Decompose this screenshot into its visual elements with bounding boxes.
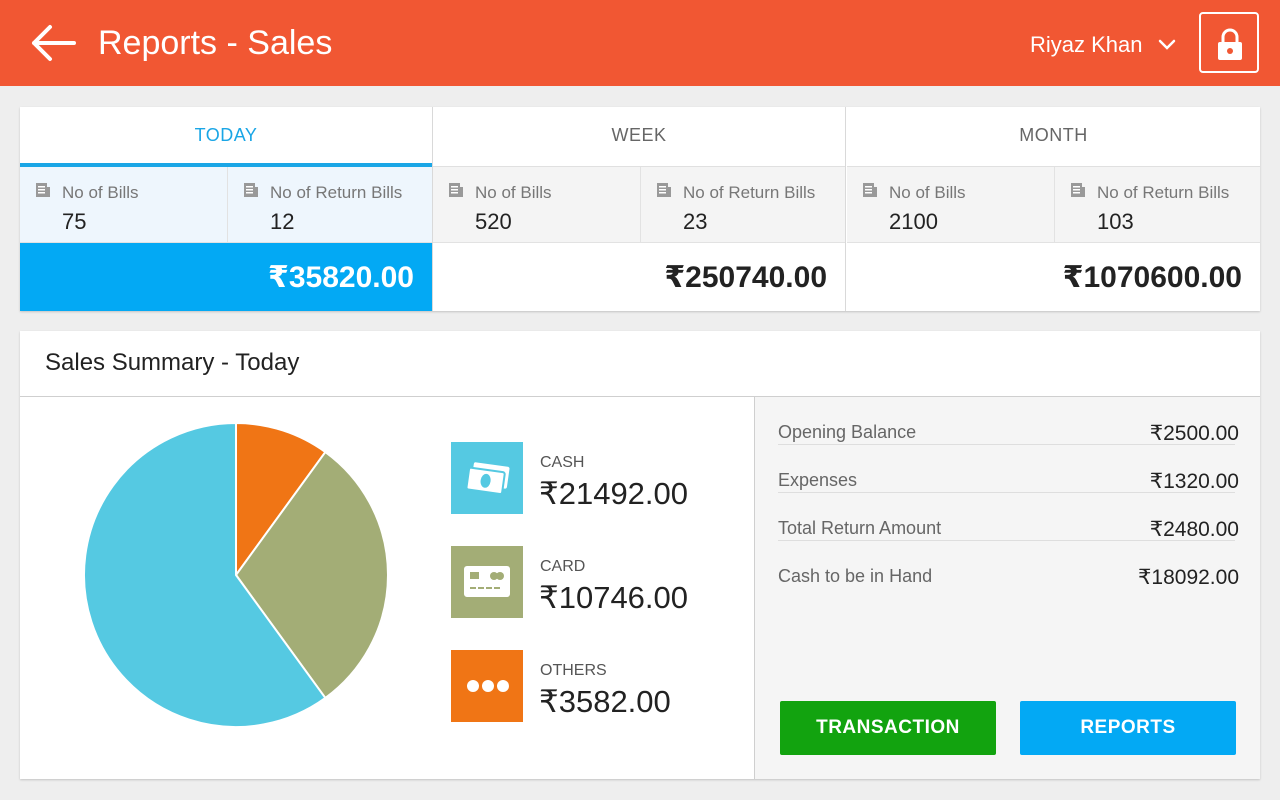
payment-label: CASH — [540, 454, 585, 471]
balance-panel: Opening Balance ₹2500.00 Expenses ₹1320.… — [754, 397, 1260, 779]
stats-row: No of Bills 520 No of Return Bills 23 — [433, 167, 845, 243]
tab-today[interactable]: TODAY — [20, 107, 432, 167]
bills-stat: No of Bills 2100 — [847, 167, 1053, 243]
payment-others: OTHERS ₹3582.00 — [451, 650, 711, 722]
payment-cash: CASH ₹21492.00 — [451, 442, 711, 514]
balance-value: ₹2500.00 — [1149, 422, 1239, 445]
tab-week[interactable]: WEEK — [433, 107, 845, 167]
balance-value: ₹1320.00 — [1149, 470, 1239, 493]
return-bills-label: No of Return Bills — [1097, 183, 1230, 202]
balance-row-expenses: Expenses ₹1320.00 — [778, 445, 1239, 493]
return-bills-stat: No of Return Bills 23 — [640, 167, 846, 243]
balance-row-returns: Total Return Amount ₹2480.00 — [778, 493, 1239, 541]
back-arrow-icon — [32, 25, 76, 61]
balance-label: Expenses — [778, 470, 858, 490]
return-bills-value: 23 — [683, 209, 708, 234]
payment-amount: ₹21492.00 — [539, 476, 689, 511]
bills-stat: No of Bills 75 — [20, 167, 226, 243]
payment-pie-chart — [83, 421, 389, 728]
balance-label: Opening Balance — [778, 422, 917, 442]
user-name: Riyaz Khan — [1030, 32, 1143, 57]
balance-row-opening: Opening Balance ₹2500.00 — [778, 397, 1239, 445]
balance-row-cash-in-hand: Cash to be in Hand ₹18092.00 — [778, 541, 1239, 589]
bill-icon — [36, 183, 50, 197]
return-bills-stat: No of Return Bills 12 — [227, 167, 433, 243]
bills-label: No of Bills — [62, 183, 139, 202]
reports-button[interactable]: REPORTS — [1020, 701, 1236, 755]
bills-value: 2100 — [889, 209, 938, 234]
bill-icon — [1071, 183, 1085, 197]
payment-label: OTHERS — [540, 662, 607, 679]
user-menu[interactable]: Riyaz Khan — [1030, 30, 1177, 60]
total-amount: ₹35820.00 — [20, 243, 432, 311]
payment-label: CARD — [540, 558, 586, 575]
lock-icon — [1218, 28, 1242, 60]
balance-value: ₹18092.00 — [1138, 566, 1239, 589]
balance-value: ₹2480.00 — [1149, 518, 1239, 541]
return-bills-value: 12 — [270, 209, 295, 234]
transaction-button[interactable]: TRANSACTION — [780, 701, 996, 755]
balance-label: Total Return Amount — [778, 518, 942, 538]
summary-title: Sales Summary - Today — [45, 349, 300, 376]
bills-value: 520 — [475, 209, 512, 234]
bills-label: No of Bills — [475, 183, 552, 202]
return-bills-label: No of Return Bills — [683, 183, 816, 202]
bills-label: No of Bills — [889, 183, 966, 202]
chevron-down-icon — [1158, 39, 1175, 50]
period-column-month: MONTH No of Bills 2100 No of Return Bill… — [847, 107, 1260, 311]
bills-stat: No of Bills 520 — [433, 167, 639, 243]
back-button[interactable] — [28, 22, 78, 64]
return-bills-value: 103 — [1097, 209, 1134, 234]
card-icon — [451, 546, 523, 618]
tab-month[interactable]: MONTH — [847, 107, 1260, 167]
period-stats-card: TODAY No of Bills 75 No of Return Bills … — [20, 107, 1260, 311]
lock-button[interactable] — [1199, 12, 1259, 73]
page-title: Reports - Sales — [98, 24, 333, 62]
bill-icon — [657, 183, 671, 197]
bill-icon — [244, 183, 258, 197]
payment-card: CARD ₹10746.00 — [451, 546, 711, 618]
more-dots-icon — [451, 650, 523, 722]
stats-row: No of Bills 75 No of Return Bills 12 — [20, 167, 432, 243]
bills-value: 75 — [62, 209, 87, 234]
period-column-today: TODAY No of Bills 75 No of Return Bills … — [20, 107, 433, 311]
return-bills-label: No of Return Bills — [270, 183, 403, 202]
balance-label: Cash to be in Hand — [778, 566, 933, 586]
app-bar: Reports - Sales Riyaz Khan — [0, 0, 1280, 86]
stats-row: No of Bills 2100 No of Return Bills 103 — [847, 167, 1260, 243]
return-bills-stat: No of Return Bills 103 — [1054, 167, 1260, 243]
cash-icon — [451, 442, 523, 514]
bill-icon — [449, 183, 463, 197]
payment-amount: ₹10746.00 — [539, 580, 689, 615]
sales-summary-card: Sales Summary - Today CASH ₹21492.00 CAR… — [20, 331, 1260, 779]
total-amount: ₹1070600.00 — [1062, 261, 1242, 294]
total-amount: ₹250740.00 — [664, 261, 827, 294]
payment-amount: ₹3582.00 — [539, 684, 671, 719]
bill-icon — [863, 183, 877, 197]
period-column-week: WEEK No of Bills 520 No of Return Bills … — [433, 107, 846, 311]
